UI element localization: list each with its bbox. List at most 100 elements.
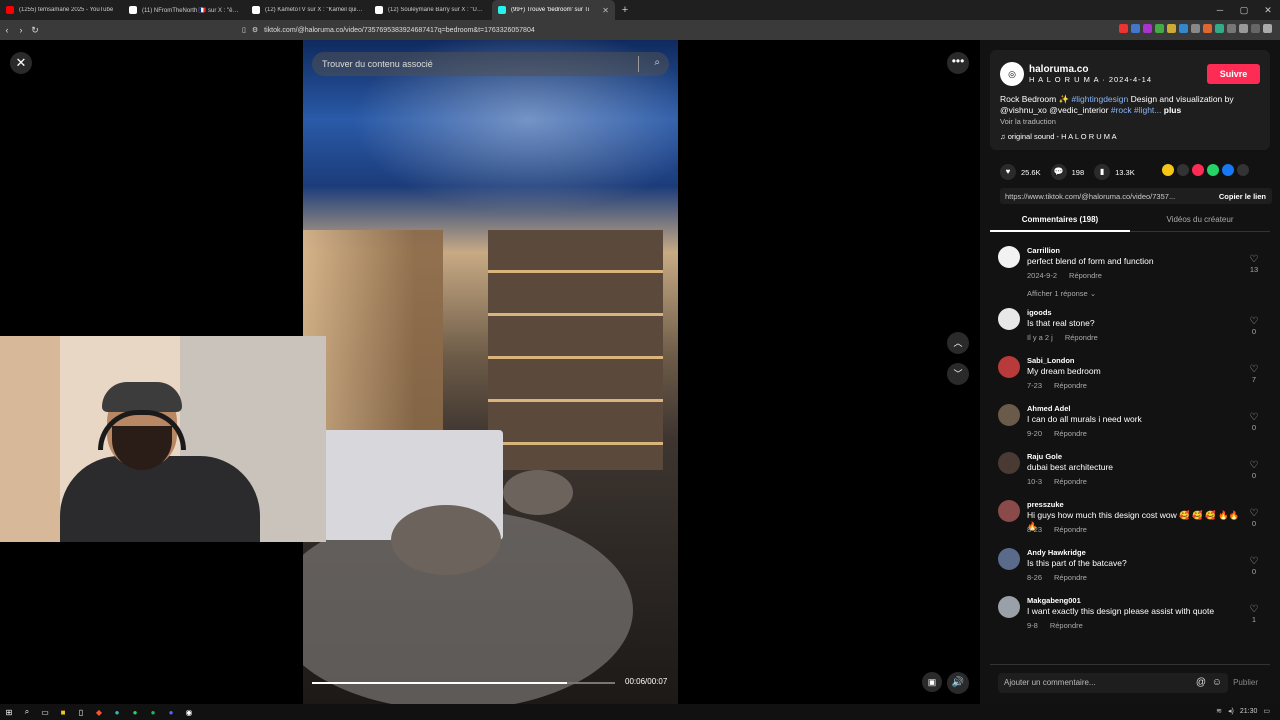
post-link[interactable]: https://www.tiktok.com/@haloruma.co/vide… [1005, 192, 1193, 201]
windows-start-icon[interactable]: ⊞ [0, 708, 18, 717]
search-input[interactable]: Trouver du contenu associé ⌕ [312, 52, 669, 76]
avatar[interactable] [998, 548, 1020, 570]
notification-icon[interactable]: ▭ [1263, 707, 1270, 715]
captions-icon[interactable]: ▣ [922, 672, 942, 692]
comment-like[interactable]: ♡ 0 [1248, 412, 1260, 432]
heart-icon[interactable]: ♡ [1248, 254, 1260, 265]
like-stat[interactable]: ♥ 25.6K [1000, 164, 1041, 180]
hashtag-link[interactable]: #light... [1132, 105, 1161, 115]
site-info-icon[interactable]: ⚙ [252, 26, 258, 34]
chevron-up-icon[interactable]: ︿ [947, 332, 969, 354]
chevron-down-icon[interactable]: ﹀ [947, 363, 969, 385]
copy-link-button[interactable]: Copier le lien [1219, 192, 1266, 201]
extension-icon[interactable] [1131, 24, 1140, 33]
heart-icon[interactable]: ♡ [1248, 508, 1260, 519]
extension-icon[interactable] [1179, 24, 1188, 33]
comment-author[interactable]: igoods [1027, 308, 1052, 317]
sound-link[interactable]: ♫ original sound - H A L O R U M A [1000, 132, 1117, 141]
reply-button[interactable]: Répondre [1065, 333, 1098, 342]
comment-stat[interactable]: 💬 198 [1050, 164, 1084, 180]
share-icon[interactable] [1237, 164, 1249, 176]
new-tab-button[interactable]: + [615, 4, 635, 16]
browser-tab[interactable]: (1255) temsamane 2025 - YouTube [0, 0, 123, 20]
heart-icon[interactable]: ♡ [1248, 316, 1260, 327]
progress-bar[interactable] [312, 682, 615, 684]
comment-like[interactable]: ♡ 1 [1248, 604, 1260, 624]
extension-icon[interactable] [1203, 24, 1212, 33]
heart-icon[interactable]: ♡ [1248, 364, 1260, 375]
comment-like[interactable]: ♡ 0 [1248, 556, 1260, 576]
reply-button[interactable]: Répondre [1050, 621, 1083, 630]
notes-icon[interactable]: ▯ [72, 708, 90, 717]
avatar[interactable] [998, 500, 1020, 522]
wifi-icon[interactable]: ≋ [1216, 707, 1222, 715]
reload-button[interactable]: ↻ [28, 25, 42, 36]
close-tab-icon[interactable]: ✕ [602, 6, 609, 15]
comment-author[interactable]: Andy Hawkridge [1027, 548, 1086, 557]
volume-icon[interactable]: 🔊 [947, 672, 969, 694]
hashtag-link[interactable]: #rock [1111, 105, 1132, 115]
heart-icon[interactable]: ♡ [1248, 604, 1260, 615]
comment-author[interactable]: Sabi_London [1027, 356, 1075, 365]
clock[interactable]: 21:30 [1240, 708, 1258, 715]
tab-creator-videos[interactable]: Vidéos du créateur [1130, 212, 1270, 232]
comment-like[interactable]: ♡ 13 [1248, 254, 1260, 274]
creator-username[interactable]: haloruma.co [1029, 64, 1088, 75]
hashtag-link[interactable]: #lightingdesign [1072, 94, 1129, 104]
comment-icon[interactable]: 💬 [1050, 164, 1067, 180]
heart-icon[interactable]: ♡ [1248, 412, 1260, 423]
extension-icon[interactable] [1119, 24, 1128, 33]
minimize-button[interactable]: ─ [1208, 0, 1232, 20]
extension-icon[interactable] [1167, 24, 1176, 33]
heart-icon[interactable]: ♡ [1248, 556, 1260, 567]
folder-icon[interactable]: ■ [54, 708, 72, 717]
browser-tab[interactable]: (12) KametoTV sur X : "Kameil qui rac [246, 0, 369, 20]
browser-tab[interactable]: (12) Souleymane Barry sur X : "Un ho [369, 0, 492, 20]
send-icon[interactable] [1192, 164, 1204, 176]
comment-author[interactable]: Raju Gole [1027, 452, 1062, 461]
close-icon[interactable]: ✕ [10, 52, 32, 74]
video-player[interactable]: Trouver du contenu associé ⌕ 00:06/00:07 [303, 40, 678, 704]
heart-icon[interactable]: ♥ [1000, 164, 1016, 180]
discord-icon[interactable]: ● [162, 708, 180, 717]
comment-author[interactable]: presszuke [1027, 500, 1064, 509]
comment-author[interactable]: Ahmed Adel [1027, 404, 1070, 413]
extension-icon[interactable] [1227, 24, 1236, 33]
extension-icon[interactable] [1251, 24, 1260, 33]
comment-like[interactable]: ♡ 7 [1248, 364, 1260, 384]
more-options-icon[interactable]: ••• [947, 52, 969, 74]
back-button[interactable]: ‹ [0, 25, 14, 35]
facebook-icon[interactable] [1222, 164, 1234, 176]
save-stat[interactable]: ▮ 13.3K [1094, 164, 1135, 180]
more-link[interactable]: plus [1161, 105, 1181, 115]
show-replies-button[interactable]: Afficher 1 réponse ⌄ [1027, 289, 1096, 298]
tab-comments[interactable]: Commentaires (198) [990, 212, 1130, 232]
avatar[interactable] [998, 356, 1020, 378]
maximize-button[interactable]: ▢ [1232, 0, 1256, 20]
bookmark-icon[interactable]: ▮ [1094, 164, 1111, 180]
obs-icon[interactable]: ◉ [180, 708, 198, 717]
emoji-icon[interactable]: ☺ [1212, 673, 1222, 693]
avatar[interactable] [998, 452, 1020, 474]
whatsapp-icon[interactable] [1207, 164, 1219, 176]
reply-button[interactable]: Répondre [1069, 271, 1102, 280]
browser-tab[interactable]: (99+) Trouve 'bedroom' sur Ti ✕ [492, 0, 615, 20]
comment-author[interactable]: Carrillion [1027, 246, 1060, 255]
publish-button[interactable]: Publier [1233, 678, 1258, 687]
whatsapp-icon[interactable]: ● [126, 708, 144, 717]
comment-like[interactable]: ♡ 0 [1248, 508, 1260, 528]
avatar[interactable] [998, 404, 1020, 426]
reply-button[interactable]: Répondre [1054, 477, 1087, 486]
heart-icon[interactable]: ♡ [1248, 460, 1260, 471]
reply-button[interactable]: Répondre [1054, 573, 1087, 582]
comment-author[interactable]: Makgabeng001 [1027, 596, 1081, 605]
mention-icon[interactable]: @ [1196, 673, 1206, 693]
volume-icon[interactable]: ◂) [1228, 707, 1234, 715]
close-window-button[interactable]: ✕ [1256, 0, 1280, 20]
reply-button[interactable]: Répondre [1054, 525, 1087, 534]
reply-button[interactable]: Répondre [1054, 429, 1087, 438]
search-icon[interactable]: ⌕ [18, 707, 36, 717]
task-view-icon[interactable]: ▭ [36, 708, 54, 717]
spotify-icon[interactable]: ● [144, 708, 162, 717]
extension-icon[interactable] [1143, 24, 1152, 33]
